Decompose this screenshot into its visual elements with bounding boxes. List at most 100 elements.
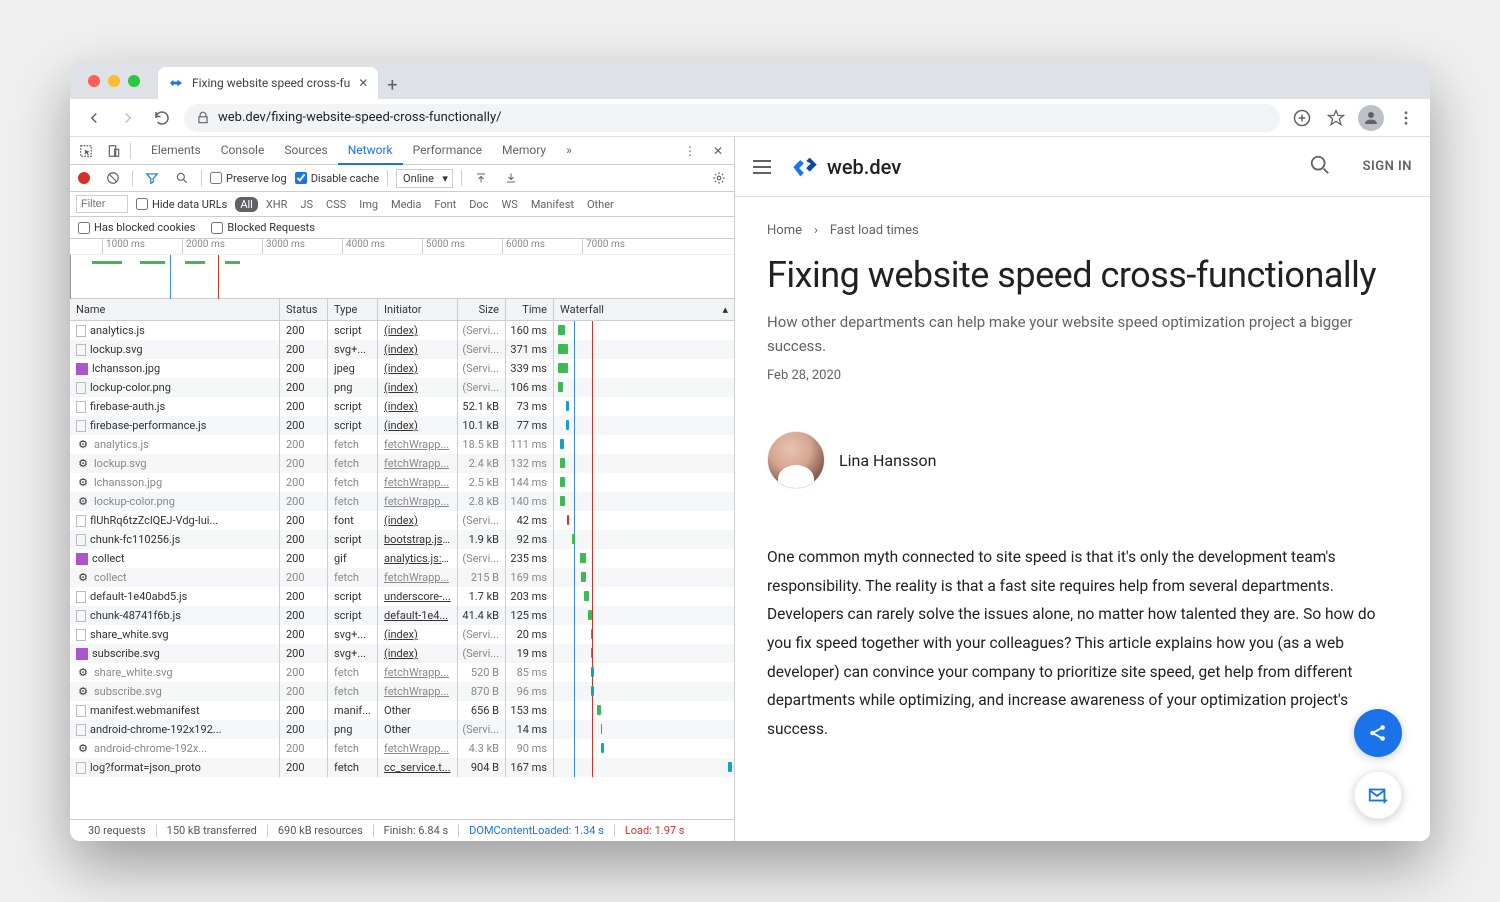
forward-button[interactable] [116,106,140,130]
table-row[interactable]: firebase-auth.js200script(index)52.1 kB7… [70,397,734,416]
preserve-log-checkbox[interactable]: Preserve log [210,172,287,185]
table-row[interactable]: lchansson.jpg200jpeg(index)(Servi...339 … [70,359,734,378]
import-har-icon[interactable] [470,172,492,184]
clear-button[interactable] [102,171,124,185]
tab-elements[interactable]: Elements [141,137,211,165]
network-table-body[interactable]: analytics.js200script(index)(Servi...160… [70,321,734,819]
filter-icon[interactable] [141,171,163,185]
back-button[interactable] [82,106,106,130]
filter-chip-manifest[interactable]: Manifest [526,197,579,212]
tab-memory[interactable]: Memory [492,137,556,165]
tab-strip: Fixing website speed cross-fu ✕ + [70,61,1430,99]
col-size[interactable]: Size [458,299,506,320]
browser-tab[interactable]: Fixing website speed cross-fu ✕ [158,67,378,99]
devtools-footer: 30 requests 150 kB transferred 690 kB re… [70,819,734,841]
close-tab-icon[interactable]: ✕ [358,76,368,90]
menu-button[interactable] [1394,106,1418,130]
timeline-overview[interactable]: 1000 ms2000 ms3000 ms4000 ms5000 ms6000 … [70,239,734,299]
hide-data-urls-checkbox[interactable]: Hide data URLs [136,198,227,211]
table-row[interactable]: share_white.svg200svg+...(index)(Servi..… [70,625,734,644]
address-bar[interactable]: web.dev/fixing-website-speed-cross-funct… [184,104,1280,132]
browser-toolbar: web.dev/fixing-website-speed-cross-funct… [70,99,1430,137]
minimize-window-icon[interactable] [108,75,120,87]
table-row[interactable]: flUhRq6tzZclQEJ-Vdg-Iui...200font(index)… [70,511,734,530]
tab-console[interactable]: Console [211,137,275,165]
col-waterfall[interactable]: Waterfall▴ [554,299,734,320]
table-row[interactable]: ⚙subscribe.svg200fetchfetchWrapp...870 B… [70,682,734,701]
table-row[interactable]: subscribe.svg200svg+...(index)(Servi...1… [70,644,734,663]
table-row[interactable]: ⚙android-chrome-192x...200fetchfetchWrap… [70,739,734,758]
filter-chip-other[interactable]: Other [582,197,619,212]
maximize-window-icon[interactable] [128,75,140,87]
breadcrumb-home[interactable]: Home [767,223,802,238]
throttling-select[interactable]: Online ▾ [396,169,453,188]
tab-more[interactable]: » [556,137,582,165]
new-tab-button[interactable]: + [378,71,406,99]
record-button[interactable] [78,172,90,184]
subscribe-button[interactable] [1354,771,1402,819]
inspect-icon[interactable] [74,139,98,163]
table-row[interactable]: manifest.webmanifest200manif...Other656 … [70,701,734,720]
table-row[interactable]: chunk-fc110256.js200scriptbootstrap.js:1… [70,530,734,549]
filter-chip-media[interactable]: Media [386,197,426,212]
page-subtitle: How other departments can help make your… [767,310,1390,358]
reload-button[interactable] [150,106,174,130]
tab-sources[interactable]: Sources [274,137,337,165]
table-row[interactable]: ⚙lockup-color.png200fetchfetchWrapp...2.… [70,492,734,511]
table-row[interactable]: log?format=json_proto200fetchcc_service.… [70,758,734,777]
footer-resources: 690 kB resources [268,824,374,837]
bookmark-button[interactable] [1324,106,1348,130]
table-row[interactable]: ⚙lockup.svg200fetchfetchWrapp...2.4 kB13… [70,454,734,473]
has-blocked-cookies-checkbox[interactable]: Has blocked cookies [78,221,195,234]
filter-chip-all[interactable]: All [235,197,258,212]
install-button[interactable] [1290,106,1314,130]
settings-icon[interactable] [708,171,730,185]
table-row[interactable]: lockup.svg200svg+...(index)(Servi...371 … [70,340,734,359]
col-status[interactable]: Status [280,299,328,320]
share-button[interactable] [1354,709,1402,757]
table-row[interactable]: ⚙share_white.svg200fetchfetchWrapp...520… [70,663,734,682]
disable-cache-checkbox[interactable]: Disable cache [295,172,379,185]
network-controls: Preserve log Disable cache Online ▾ [70,165,734,192]
tab-network[interactable]: Network [338,137,403,165]
site-logo[interactable]: web.dev [791,153,901,181]
search-icon[interactable] [1309,154,1331,180]
filter-chip-css[interactable]: CSS [321,197,351,212]
table-row[interactable]: chunk-48741f6b.js200scriptdefault-1e4...… [70,606,734,625]
filter-chip-font[interactable]: Font [429,197,461,212]
close-window-icon[interactable] [88,75,100,87]
author-name[interactable]: Lina Hansson [839,451,936,470]
table-row[interactable]: lockup-color.png200png(index)(Servi...10… [70,378,734,397]
filter-chip-img[interactable]: Img [354,197,383,212]
devtools-close-icon[interactable]: ✕ [706,139,730,163]
table-row[interactable]: collect200gifanalytics.js:36(Servi...235… [70,549,734,568]
table-row[interactable]: ⚙analytics.js200fetchfetchWrapp...18.5 k… [70,435,734,454]
export-har-icon[interactable] [500,172,522,184]
table-row[interactable]: default-1e40abd5.js200scriptunderscore-.… [70,587,734,606]
col-name[interactable]: Name [70,299,280,320]
table-row[interactable]: firebase-performance.js200script(index)1… [70,416,734,435]
col-time[interactable]: Time [506,299,554,320]
col-initiator[interactable]: Initiator [378,299,458,320]
col-type[interactable]: Type [328,299,378,320]
author-avatar[interactable] [767,431,825,489]
table-row[interactable]: android-chrome-192x192...200pngOther(Ser… [70,720,734,739]
table-row[interactable]: analytics.js200script(index)(Servi...160… [70,321,734,340]
table-row[interactable]: ⚙collect200fetchfetchWrapp...215 B169 ms [70,568,734,587]
tab-performance[interactable]: Performance [403,137,492,165]
filter-chip-doc[interactable]: Doc [464,197,493,212]
table-row[interactable]: ⚙lchansson.jpg200fetchfetchWrapp...2.5 k… [70,473,734,492]
filter-chip-xhr[interactable]: XHR [261,197,293,212]
filter-chip-js[interactable]: JS [295,197,318,212]
profile-button[interactable] [1358,105,1384,131]
search-icon[interactable] [171,171,193,185]
filter-input[interactable] [76,195,128,213]
breadcrumb-section[interactable]: Fast load times [830,223,919,238]
menu-icon[interactable] [753,155,777,179]
publish-date: Feb 28, 2020 [767,368,1390,383]
filter-chip-ws[interactable]: WS [497,197,523,212]
signin-button[interactable]: SIGN IN [1363,159,1412,174]
devtools-menu-icon[interactable]: ⋮ [678,139,702,163]
device-toggle-icon[interactable] [102,139,126,163]
blocked-requests-checkbox[interactable]: Blocked Requests [211,221,315,234]
